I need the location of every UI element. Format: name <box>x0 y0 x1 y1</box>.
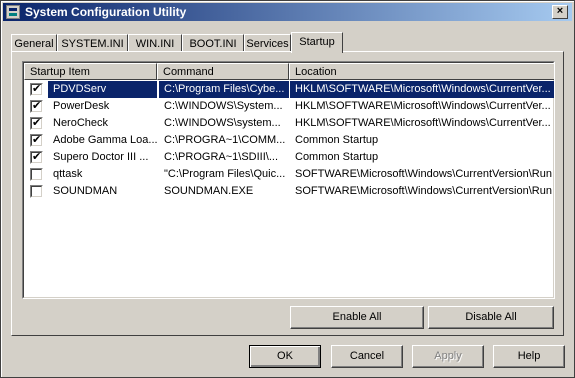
startup-item-command: C:\Program Files\Cybe... <box>159 81 289 98</box>
startup-item-command: C:\PROGRA~1\COMM... <box>164 134 286 146</box>
startup-item-location: SOFTWARE\Microsoft\Windows\CurrentVersio… <box>295 185 552 197</box>
startup-item-location: HKLM\SOFTWARE\Microsoft\Windows\CurrentV… <box>295 100 551 112</box>
tab-general[interactable]: General <box>11 34 57 52</box>
startup-item-command: "C:\Program Files\Quic... <box>164 168 286 180</box>
startup-item-checkbox[interactable] <box>30 150 43 164</box>
window-title: System Configuration Utility <box>25 5 187 19</box>
table-row[interactable]: NeroCheck C:\WINDOWS\system... HKLM\SOFTWA… <box>24 115 554 132</box>
help-button[interactable]: Help <box>493 345 565 368</box>
tab-startup[interactable]: Startup <box>291 32 343 53</box>
startup-item-name: Adobe Gamma Loa... <box>53 134 157 146</box>
close-button[interactable]: × <box>552 5 568 19</box>
startup-item-location: HKLM\SOFTWARE\Microsoft\Windows\CurrentV… <box>295 117 551 129</box>
ok-label: OK <box>277 350 293 362</box>
startup-item-checkbox[interactable] <box>30 168 43 181</box>
startup-item-location: HKLM\SOFTWARE\Microsoft\Windows\CurrentV… <box>290 81 554 98</box>
table-row[interactable]: PowerDesk C:\WINDOWS\System... HKLM\SOFTWA… <box>24 98 554 115</box>
startup-item-checkbox[interactable] <box>30 133 43 147</box>
startup-item-checkbox[interactable] <box>30 99 43 113</box>
table-row[interactable]: SOUNDMAN SOUNDMAN.EXE SOFTWARE\Microsoft\W… <box>24 183 554 200</box>
startup-item-checkbox[interactable] <box>30 116 43 130</box>
title-bar[interactable]: System Configuration Utility × <box>3 3 572 21</box>
tab-system-ini[interactable]: SYSTEM.INI <box>57 34 128 52</box>
startup-item-location: Common Startup <box>295 134 379 146</box>
startup-item-location: Common Startup <box>295 151 379 163</box>
tab-boot-ini[interactable]: BOOT.INI <box>182 34 244 52</box>
table-row[interactable]: Adobe Gamma Loa... C:\PROGRA~1\COMM... Com… <box>24 132 554 149</box>
startup-item-name: NeroCheck <box>53 117 109 129</box>
column-header-command[interactable]: Command <box>157 63 289 80</box>
startup-item-name: SOUNDMAN <box>53 185 118 197</box>
startup-item-name: PowerDesk <box>53 100 110 112</box>
startup-item-command: C:\PROGRA~1\SDIII\... <box>164 151 279 163</box>
startup-item-name: qttask <box>53 168 83 180</box>
startup-item-location: SOFTWARE\Microsoft\Windows\CurrentVersio… <box>295 168 552 180</box>
table-row[interactable]: qttask "C:\Program Files\Quic... SOFTWARE\… <box>24 166 554 183</box>
startup-item-name: PDVDServ <box>48 81 157 98</box>
table-row[interactable]: Supero Doctor III ... C:\PROGRA~1\SDIII\.… <box>24 149 554 166</box>
system-configuration-window: System Configuration Utility × General S… <box>0 0 575 378</box>
startup-item-name: Supero Doctor III ... <box>53 151 149 163</box>
apply-button[interactable]: Apply <box>412 345 484 368</box>
startup-items-list[interactable]: Startup Item Command Location PDVDServC:… <box>22 61 555 299</box>
column-header-location[interactable]: Location <box>289 63 554 80</box>
table-row[interactable]: PDVDServC:\Program Files\Cybe...HKLM\SOF… <box>24 81 554 98</box>
apply-label: Apply <box>434 350 462 362</box>
startup-item-checkbox[interactable] <box>30 82 43 96</box>
list-header: Startup Item Command Location <box>24 63 554 80</box>
startup-item-command: C:\WINDOWS\System... <box>164 100 283 112</box>
help-label: Help <box>517 350 541 362</box>
startup-item-checkbox[interactable] <box>30 185 43 198</box>
ok-button[interactable]: OK <box>249 345 321 368</box>
msconfig-app-icon <box>6 5 20 19</box>
startup-item-command: SOUNDMAN.EXE <box>164 185 254 197</box>
tab-win-ini[interactable]: WIN.INI <box>128 34 182 52</box>
cancel-button[interactable]: Cancel <box>331 345 403 368</box>
column-header-startup-item[interactable]: Startup Item <box>24 63 157 80</box>
tab-services[interactable]: Services <box>244 34 291 52</box>
startup-item-command: C:\WINDOWS\system... <box>164 117 281 129</box>
cancel-label: Cancel <box>349 350 385 362</box>
